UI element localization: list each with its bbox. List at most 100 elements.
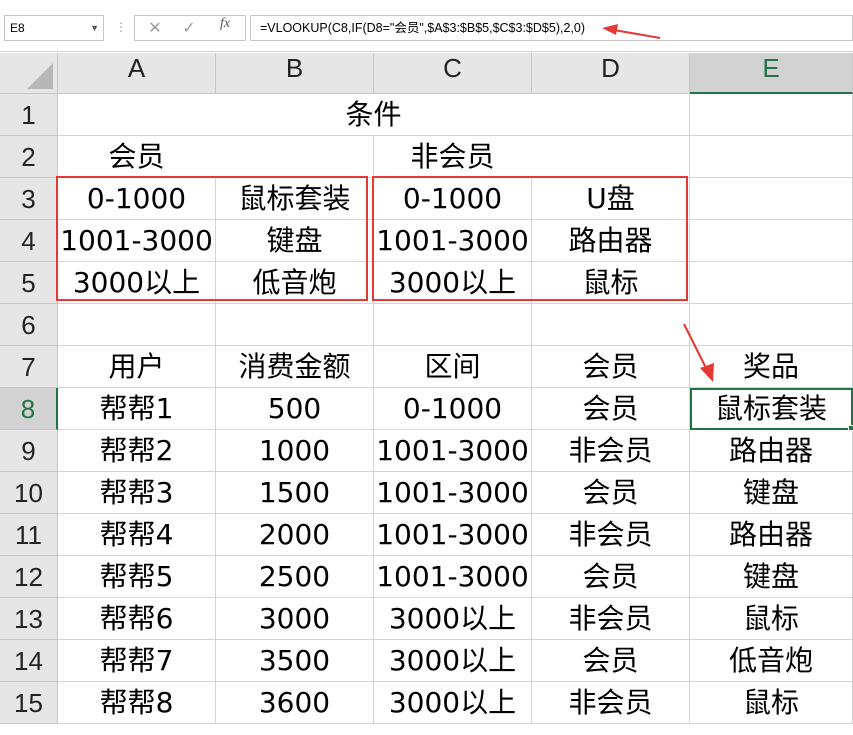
cell-e5[interactable]	[690, 262, 853, 304]
cell-a12[interactable]: 帮帮5	[58, 556, 216, 598]
cell-c14[interactable]: 3000以上	[374, 640, 532, 682]
cell-b10[interactable]: 1500	[216, 472, 374, 514]
cell-e8[interactable]: 鼠标套装	[690, 388, 853, 430]
row-header-11[interactable]: 11	[0, 514, 58, 556]
column-header-e[interactable]: E	[690, 53, 853, 94]
cell-a10[interactable]: 帮帮3	[58, 472, 216, 514]
row-header-5[interactable]: 5	[0, 262, 58, 304]
chevron-down-icon[interactable]: ▼	[90, 16, 99, 40]
cell-a7[interactable]: 用户	[58, 346, 216, 388]
cell-a11[interactable]: 帮帮4	[58, 514, 216, 556]
cell-b11[interactable]: 2000	[216, 514, 374, 556]
cell-e15[interactable]: 鼠标	[690, 682, 853, 724]
drag-handle-icon[interactable]: ⋮	[115, 16, 127, 38]
cell-b9[interactable]: 1000	[216, 430, 374, 472]
cell-d9[interactable]: 非会员	[532, 430, 690, 472]
cell-d3[interactable]: U盘	[532, 178, 690, 220]
cell-e3[interactable]	[690, 178, 853, 220]
cell-a14[interactable]: 帮帮7	[58, 640, 216, 682]
cell-e11[interactable]: 路由器	[690, 514, 853, 556]
cell-d13[interactable]: 非会员	[532, 598, 690, 640]
cell-e13[interactable]: 鼠标	[690, 598, 853, 640]
cell-d8[interactable]: 会员	[532, 388, 690, 430]
cell-b2[interactable]	[216, 136, 374, 178]
row-header-1[interactable]: 1	[0, 94, 58, 136]
fill-handle[interactable]	[848, 425, 853, 431]
cell-d11[interactable]: 非会员	[532, 514, 690, 556]
cell-a9[interactable]: 帮帮2	[58, 430, 216, 472]
row-header-12[interactable]: 12	[0, 556, 58, 598]
row-header-10[interactable]: 10	[0, 472, 58, 514]
name-box[interactable]: E8 ▼	[4, 15, 104, 41]
cell-d12[interactable]: 会员	[532, 556, 690, 598]
cell-a6[interactable]	[58, 304, 216, 346]
cell-d5[interactable]: 鼠标	[532, 262, 690, 304]
row-header-4[interactable]: 4	[0, 220, 58, 262]
cell-b13[interactable]: 3000	[216, 598, 374, 640]
cell-c13[interactable]: 3000以上	[374, 598, 532, 640]
cell-b4[interactable]: 键盘	[216, 220, 374, 262]
row-header-13[interactable]: 13	[0, 598, 58, 640]
cell-d10[interactable]: 会员	[532, 472, 690, 514]
cell-c2[interactable]: 非会员	[374, 136, 532, 178]
cell-c8[interactable]: 0-1000	[374, 388, 532, 430]
cell-c12[interactable]: 1001-3000	[374, 556, 532, 598]
row-header-6[interactable]: 6	[0, 304, 58, 346]
cell-d7[interactable]: 会员	[532, 346, 690, 388]
column-header-b[interactable]: B	[216, 53, 374, 94]
cell-e12[interactable]: 键盘	[690, 556, 853, 598]
cell-c11[interactable]: 1001-3000	[374, 514, 532, 556]
cell-c4[interactable]: 1001-3000	[374, 220, 532, 262]
cell-a4[interactable]: 1001-3000	[58, 220, 216, 262]
cell-e10[interactable]: 键盘	[690, 472, 853, 514]
cell-b3[interactable]: 鼠标套装	[216, 178, 374, 220]
cell-d4[interactable]: 路由器	[532, 220, 690, 262]
column-header-c[interactable]: C	[374, 53, 532, 94]
formula-input[interactable]: =VLOOKUP(C8,IF(D8="会员",$A$3:$B$5,$C$3:$D…	[250, 15, 853, 41]
cell-c7[interactable]: 区间	[374, 346, 532, 388]
check-icon[interactable]: ✓	[173, 16, 205, 40]
cell-b7[interactable]: 消费金额	[216, 346, 374, 388]
cell-e2[interactable]	[690, 136, 853, 178]
cell-c5[interactable]: 3000以上	[374, 262, 532, 304]
cell-a1-merged[interactable]: 条件	[58, 94, 690, 136]
cell-a8[interactable]: 帮帮1	[58, 388, 216, 430]
cell-b8[interactable]: 500	[216, 388, 374, 430]
cell-e14[interactable]: 低音炮	[690, 640, 853, 682]
cell-b6[interactable]	[216, 304, 374, 346]
cell-c15[interactable]: 3000以上	[374, 682, 532, 724]
row-header-7[interactable]: 7	[0, 346, 58, 388]
cell-b5[interactable]: 低音炮	[216, 262, 374, 304]
cell-d6[interactable]	[532, 304, 690, 346]
cell-a15[interactable]: 帮帮8	[58, 682, 216, 724]
cell-b15[interactable]: 3600	[216, 682, 374, 724]
cell-d2[interactable]	[532, 136, 690, 178]
row-header-14[interactable]: 14	[0, 640, 58, 682]
cell-b14[interactable]: 3500	[216, 640, 374, 682]
cell-c3[interactable]: 0-1000	[374, 178, 532, 220]
cell-d15[interactable]: 非会员	[532, 682, 690, 724]
column-header-a[interactable]: A	[58, 53, 216, 94]
cell-a2[interactable]: 会员	[58, 136, 216, 178]
close-icon[interactable]: ✕	[139, 16, 171, 40]
column-header-d[interactable]: D	[532, 53, 690, 94]
cell-c9[interactable]: 1001-3000	[374, 430, 532, 472]
select-all-button[interactable]	[0, 53, 58, 94]
cell-a3[interactable]: 0-1000	[58, 178, 216, 220]
cell-a13[interactable]: 帮帮6	[58, 598, 216, 640]
row-header-3[interactable]: 3	[0, 178, 58, 220]
cell-c6[interactable]	[374, 304, 532, 346]
cell-b12[interactable]: 2500	[216, 556, 374, 598]
cell-d14[interactable]: 会员	[532, 640, 690, 682]
row-header-2[interactable]: 2	[0, 136, 58, 178]
row-header-15[interactable]: 15	[0, 682, 58, 724]
cell-e9[interactable]: 路由器	[690, 430, 853, 472]
insert-function-button[interactable]: fx	[209, 16, 241, 40]
cell-e1[interactable]	[690, 94, 853, 136]
cell-c10[interactable]: 1001-3000	[374, 472, 532, 514]
row-header-9[interactable]: 9	[0, 430, 58, 472]
row-header-8[interactable]: 8	[0, 388, 58, 430]
result-arrow-icon	[683, 323, 714, 382]
cell-e4[interactable]	[690, 220, 853, 262]
cell-a5[interactable]: 3000以上	[58, 262, 216, 304]
